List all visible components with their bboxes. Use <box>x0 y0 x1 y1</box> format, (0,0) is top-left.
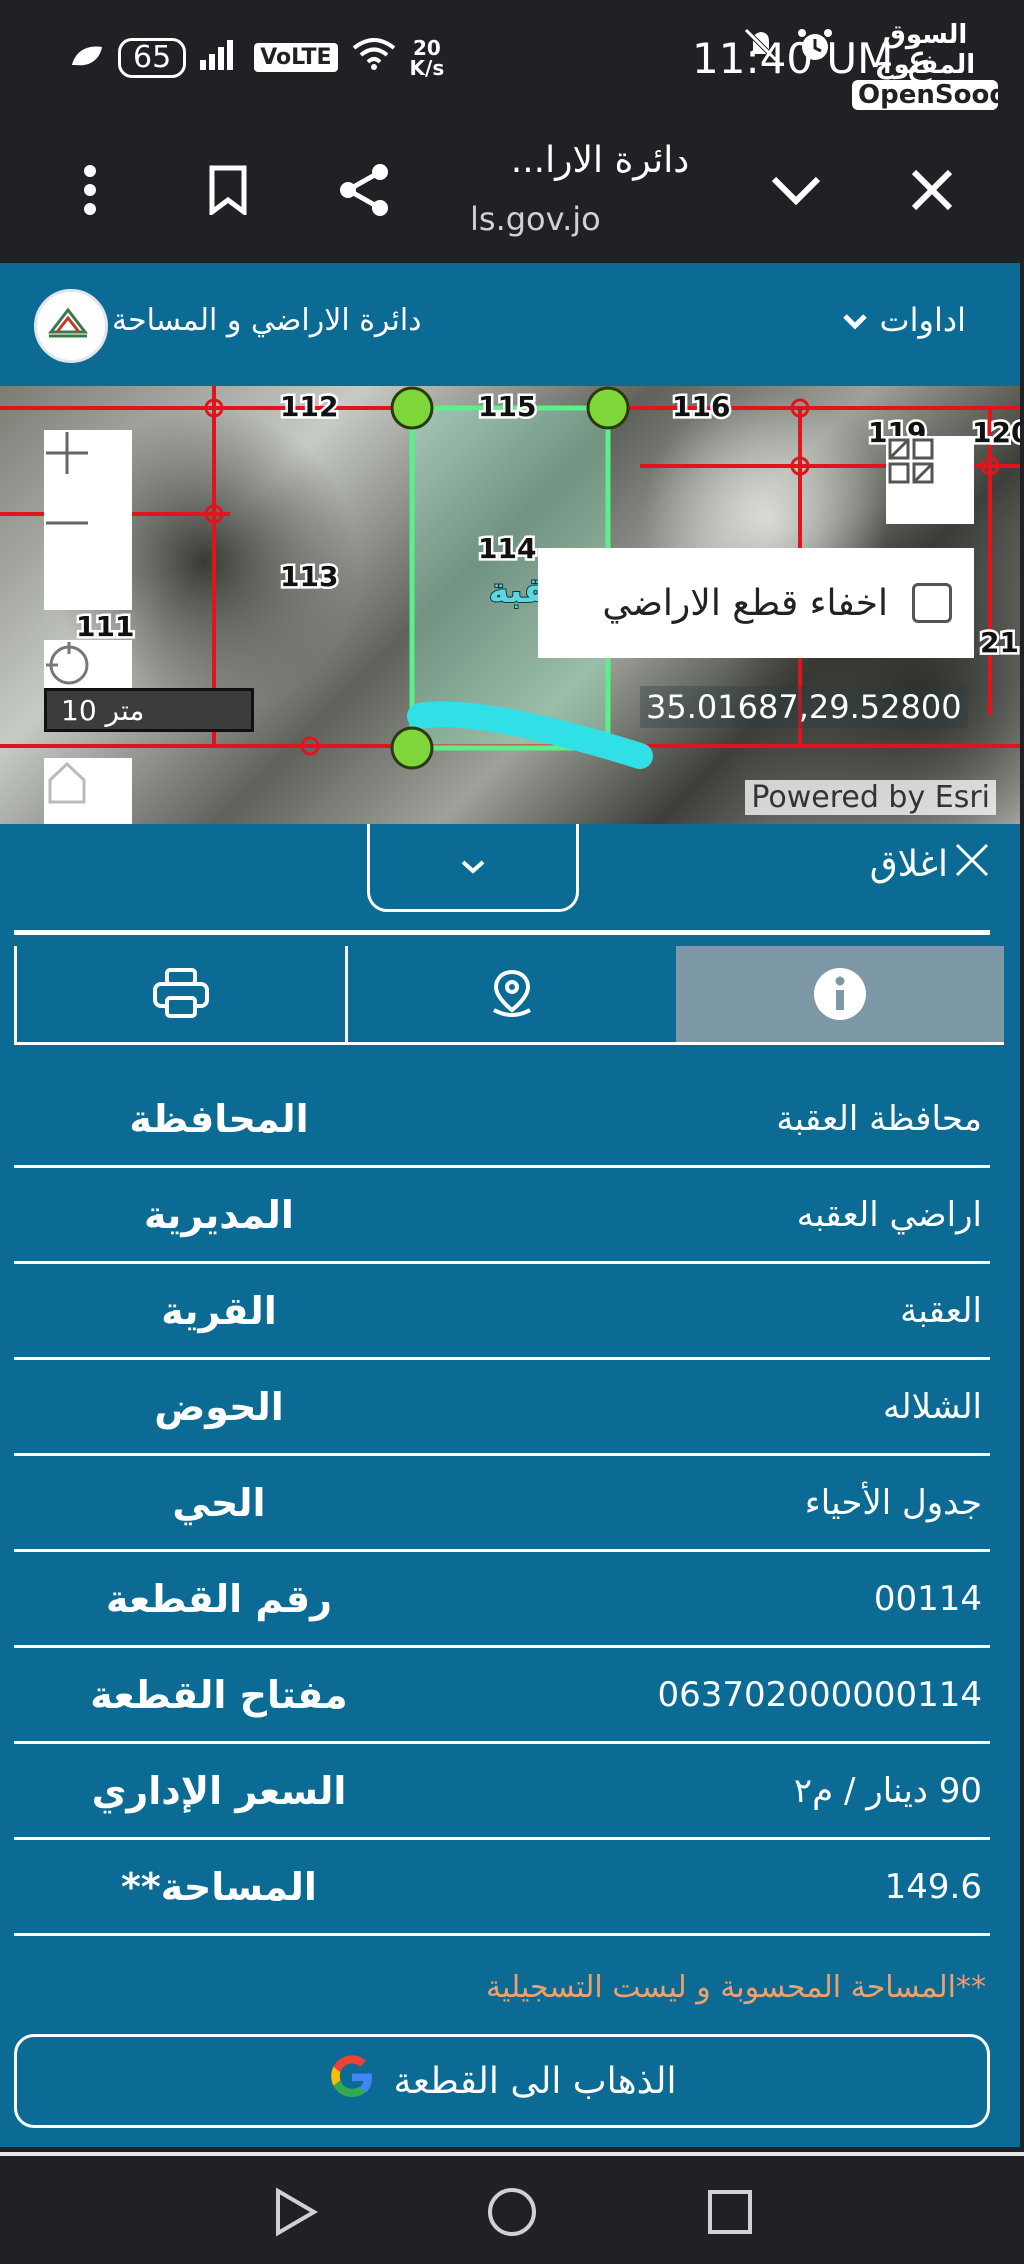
divider <box>14 930 990 935</box>
coordinates-readout: 35.01687,29.52800 <box>640 686 968 728</box>
play-icon[interactable] <box>266 2182 326 2242</box>
row-value: 149.6 <box>884 1866 982 1907</box>
row-label: المحافظة <box>129 1096 309 1141</box>
table-row: رقم القطعة 00114 <box>14 1552 990 1648</box>
row-label: الحوض <box>154 1384 284 1429</box>
chevron-down-icon[interactable] <box>764 158 828 222</box>
recents-icon[interactable] <box>700 2182 760 2242</box>
row-value: 063702000000114 <box>657 1674 982 1715</box>
hide-parcels-label: اخفاء قطع الاراضي <box>602 582 888 624</box>
go-to-parcel-label: الذهاب الى القطعة <box>393 2060 677 2102</box>
row-label: القرية <box>161 1288 277 1333</box>
signal-icon <box>200 36 240 79</box>
map-view[interactable]: 112 115 116 119 120 113 114 111 21 العقب… <box>0 386 1020 824</box>
zoom-out-button[interactable] <box>44 520 132 610</box>
battery-indicator: 65 <box>118 37 187 78</box>
bookmark-icon[interactable] <box>196 158 260 222</box>
parcel-label: 114 <box>478 532 536 565</box>
tab-print[interactable] <box>14 946 345 1042</box>
system-nav-bar <box>0 2152 1024 2264</box>
parcel-label: 120 <box>972 416 1020 449</box>
zoom-in-button[interactable] <box>44 430 132 520</box>
row-label: مفتاح القطعة <box>90 1672 348 1717</box>
row-value: الشلاله <box>882 1386 982 1427</box>
volte-badge: VoLTE <box>254 43 338 72</box>
home-nav-icon[interactable] <box>482 2182 542 2242</box>
hide-parcels-checkbox[interactable] <box>912 583 952 623</box>
chevron-down-icon <box>461 860 485 874</box>
opensooq-watermark: السوق المفتوح OpenSooq <box>852 20 1008 110</box>
table-row: مفتاح القطعة 063702000000114 <box>14 1648 990 1744</box>
close-icon <box>954 842 990 887</box>
basemap-gallery-button[interactable] <box>886 436 974 524</box>
plus-icon <box>46 432 88 474</box>
go-to-parcel-button[interactable]: الذهاب الى القطعة <box>14 2034 990 2128</box>
scale-bar: 10 متر <box>44 688 254 732</box>
table-row: السعر الإداري 90 دينار / م٢ <box>14 1744 990 1840</box>
table-row: المساحة** 149.6 <box>14 1840 990 1936</box>
network-speed: 20 K/s <box>409 35 445 80</box>
tab-location[interactable] <box>345 946 676 1042</box>
table-row: القرية العقبة <box>14 1264 990 1360</box>
parcel-label: 112 <box>280 390 338 423</box>
grid-icon <box>888 438 934 484</box>
parcel-label: 116 <box>672 390 730 423</box>
info-icon <box>814 968 866 1020</box>
close-panel-button[interactable]: اغلاق <box>870 842 990 887</box>
dls-logo <box>34 289 108 363</box>
chevron-down-icon <box>842 301 868 339</box>
printer-icon <box>153 968 209 1018</box>
area-footnote: **المساحة المحسوبة و ليست التسجيلية <box>485 1970 986 2005</box>
status-bar: 65 VoLTE 20 K/s 11:40 UM ع السوق المفتوح… <box>0 0 1024 118</box>
parcel-label: 111 <box>76 610 134 643</box>
tab-info[interactable] <box>676 946 1004 1042</box>
tools-menu[interactable]: اداوات <box>842 301 967 339</box>
app-title: دائرة الاراضي و المساحة <box>112 303 422 338</box>
close-icon[interactable] <box>900 158 964 222</box>
wifi-icon <box>352 36 396 79</box>
parcel-info-panel: اغلاق المحافظة محافظة العقبة المديرية اراض… <box>0 824 1020 2147</box>
more-menu-icon[interactable] <box>58 158 122 222</box>
row-value: جدول الأحياء <box>804 1482 982 1523</box>
locate-icon <box>46 642 89 685</box>
hide-parcels-toggle[interactable]: اخفاء قطع الاراضي <box>538 548 974 658</box>
status-left: 65 VoLTE 20 K/s <box>70 36 444 79</box>
app-header: دائرة الاراضي و المساحة اداوات <box>0 263 1020 386</box>
row-value: اراضي العقبه <box>796 1194 982 1235</box>
table-row: المديرية اراضي العقبه <box>14 1168 990 1264</box>
google-icon <box>328 2053 376 2110</box>
map-pin-icon <box>493 969 531 1017</box>
row-value: محافظة العقبة <box>776 1098 982 1139</box>
row-value: العقبة <box>900 1290 982 1331</box>
parcel-details-table: المحافظة محافظة العقبة المديرية اراضي العق… <box>14 1072 990 1936</box>
table-row: الحي جدول الأحياء <box>14 1456 990 1552</box>
minus-icon <box>46 521 88 525</box>
home-icon <box>48 761 86 804</box>
tools-label: اداوات <box>879 301 967 339</box>
row-value: 90 دينار / م٢ <box>793 1770 982 1811</box>
share-icon[interactable] <box>332 158 396 222</box>
panel-tabs <box>14 946 1004 1045</box>
row-label: رقم القطعة <box>106 1576 332 1621</box>
page-title: دائرة الارا... <box>510 140 690 181</box>
row-label: المساحة** <box>121 1864 317 1909</box>
leaf-icon <box>70 38 104 78</box>
page-url: ls.gov.jo <box>470 200 601 238</box>
collapse-panel-button[interactable] <box>367 824 579 912</box>
row-value: 00114 <box>873 1578 982 1619</box>
browser-bar: دائرة الارا... ls.gov.jo <box>0 118 1024 263</box>
parcel-label: 115 <box>478 390 536 423</box>
close-label: اغلاق <box>869 844 948 885</box>
row-label: الحي <box>172 1480 266 1525</box>
table-row: الحوض الشلاله <box>14 1360 990 1456</box>
home-button[interactable] <box>44 758 132 824</box>
esri-attribution: Powered by Esri <box>745 780 996 815</box>
parcel-label: 113 <box>280 560 338 593</box>
row-label: المديرية <box>144 1192 294 1237</box>
parcel-label: 21 <box>980 626 1019 659</box>
row-label: السعر الإداري <box>91 1768 347 1813</box>
table-row: المحافظة محافظة العقبة <box>14 1072 990 1168</box>
